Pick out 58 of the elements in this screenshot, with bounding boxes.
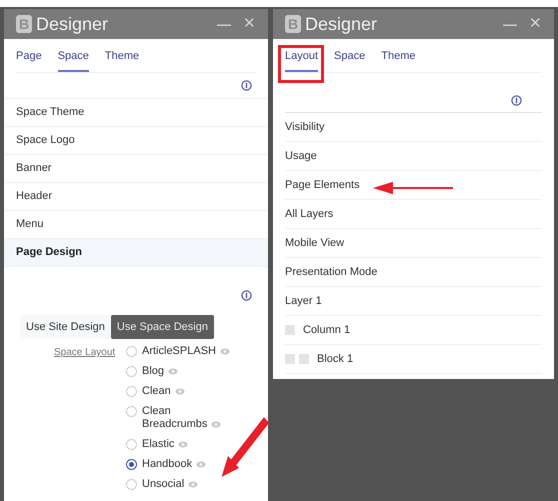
logo: B bbox=[16, 15, 32, 33]
list-item[interactable]: Usage bbox=[285, 142, 542, 171]
logo: B bbox=[285, 15, 301, 33]
menu-item[interactable]: Header bbox=[4, 183, 268, 211]
highlight-box bbox=[278, 45, 324, 83]
list-item[interactable]: Block 1 bbox=[285, 345, 542, 374]
tab[interactable]: Theme bbox=[104, 48, 140, 72]
indent-square-icon bbox=[285, 354, 295, 364]
eye-icon[interactable] bbox=[196, 460, 206, 468]
tab[interactable]: Layout bbox=[285, 48, 318, 72]
item-label: Layer 1 bbox=[285, 294, 322, 309]
list-item[interactable]: Column 1 bbox=[285, 316, 542, 345]
item-label: Usage bbox=[285, 148, 317, 164]
eye-icon[interactable] bbox=[178, 440, 188, 448]
tab[interactable]: Space bbox=[58, 48, 89, 72]
window-title: Designer bbox=[305, 15, 378, 33]
toggle-button[interactable]: Use Space Design bbox=[110, 315, 214, 339]
menu-item[interactable]: Space Theme bbox=[4, 99, 268, 127]
eye-icon[interactable] bbox=[168, 368, 178, 375]
toggle-button[interactable]: Use Site Design bbox=[20, 315, 111, 339]
indent-square-icon bbox=[299, 354, 309, 364]
field-label: Space Layout bbox=[54, 346, 116, 358]
info-icon bbox=[241, 80, 252, 91]
item-label: Presentation Mode bbox=[285, 264, 378, 280]
option-label: Handbook bbox=[142, 458, 206, 471]
eye-icon[interactable] bbox=[220, 348, 230, 355]
tab[interactable]: Theme bbox=[381, 48, 416, 72]
option-label: Clean bbox=[142, 385, 185, 398]
tab[interactable]: Page bbox=[16, 48, 42, 72]
menu-item[interactable]: Banner bbox=[4, 155, 268, 183]
eye-icon[interactable] bbox=[188, 480, 198, 488]
item-label: Page Elements bbox=[285, 178, 360, 193]
item-label: Mobile View bbox=[285, 236, 344, 251]
radio-button[interactable] bbox=[126, 459, 137, 470]
option-label: ArticleSPLASH bbox=[142, 345, 230, 358]
eye-icon[interactable] bbox=[174, 388, 185, 395]
item-label: Visibility bbox=[285, 120, 325, 135]
option-label: Clean Breadcrumbs bbox=[142, 405, 237, 431]
window-title: Designer bbox=[36, 15, 108, 33]
menu-item[interactable]: Space Logo bbox=[4, 127, 268, 155]
item-label: Column 1 bbox=[303, 322, 350, 338]
list-item[interactable]: Layer 1 bbox=[285, 287, 542, 316]
tab[interactable]: Space bbox=[334, 48, 366, 72]
eye-icon[interactable] bbox=[211, 420, 222, 428]
list-item[interactable]: Mobile View bbox=[285, 229, 542, 258]
list-item[interactable]: Presentation Mode bbox=[285, 258, 542, 287]
option-label: Unsocial bbox=[142, 478, 198, 491]
indent-square-icon bbox=[285, 325, 295, 335]
list-item[interactable]: All Layers bbox=[285, 200, 542, 229]
arrow bbox=[219, 417, 269, 477]
info-icon bbox=[511, 95, 522, 106]
item-label: All Layers bbox=[285, 206, 334, 222]
option-label: Elastic bbox=[142, 438, 188, 451]
list-item[interactable]: Visibility bbox=[285, 113, 542, 142]
menu-item[interactable]: Page Design bbox=[4, 239, 268, 267]
info-icon bbox=[241, 290, 252, 301]
option-label: Blog bbox=[142, 365, 178, 378]
item-label: Block 1 bbox=[317, 352, 354, 367]
